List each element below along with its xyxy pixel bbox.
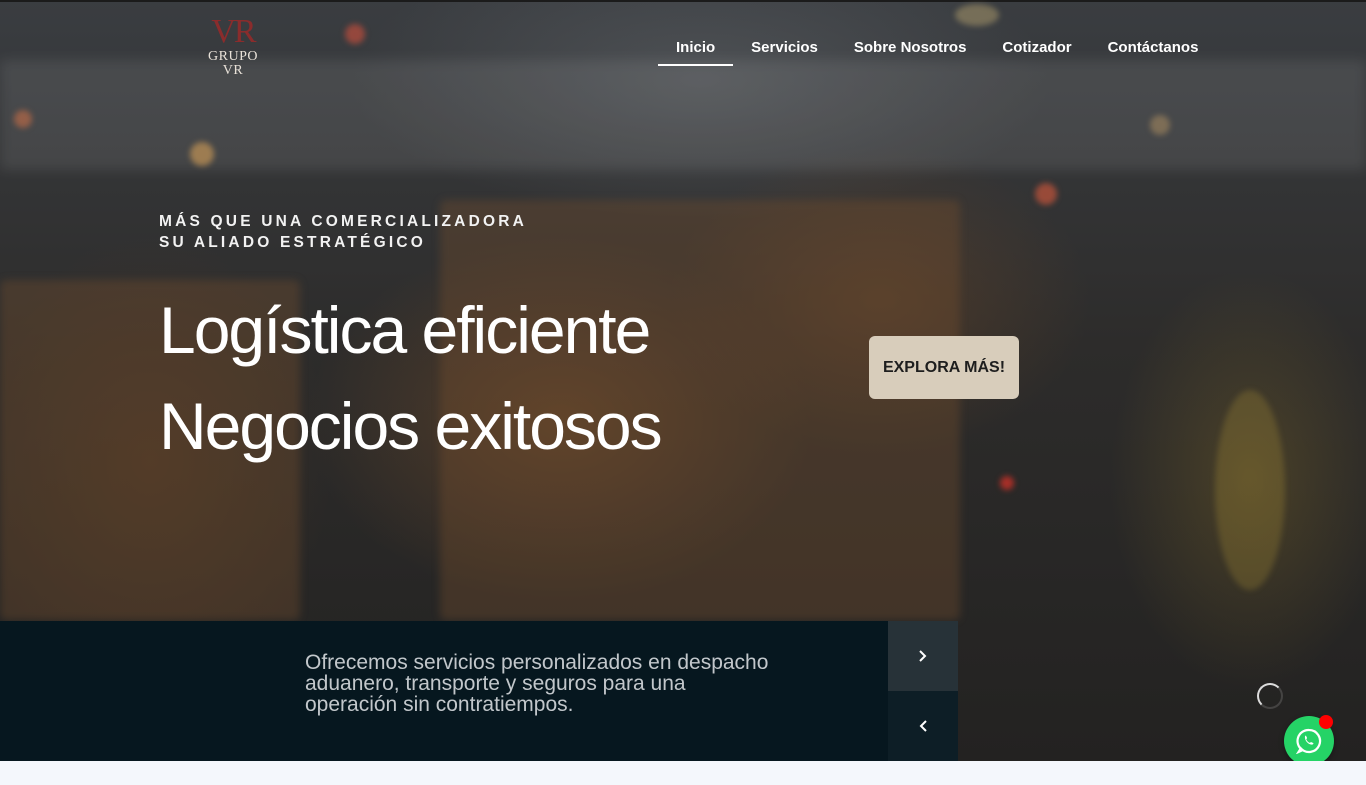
hero-headline-line-1: Logística eficiente [159,293,651,367]
slider-next-button[interactable] [888,621,958,691]
hero-headline-line-2: Negocios exitosos [159,389,663,463]
whatsapp-icon [1296,728,1322,754]
chevron-left-icon [919,720,927,732]
background-bokeh [1000,476,1014,490]
nav-item-sobre-nosotros[interactable]: Sobre Nosotros [836,30,985,66]
main-nav: Inicio Servicios Sobre Nosotros Cotizado… [658,30,1216,66]
nav-item-contactanos[interactable]: Contáctanos [1090,30,1217,66]
background-bokeh [1035,183,1057,205]
nav-item-cotizador[interactable]: Cotizador [984,30,1089,66]
hero-eyebrow: MÁS QUE UNA COMERCIALIZADORA SU ALIADO E… [159,211,527,253]
loading-spinner-icon [1257,683,1283,709]
logo-mark: VR [211,13,256,50]
background-bokeh [345,24,365,44]
top-border [0,0,1366,2]
next-section-edge [0,761,1366,785]
info-bar-text: Ofrecemos servicios personalizados en de… [305,651,769,716]
info-bar: Ofrecemos servicios personalizados en de… [0,621,888,761]
chevron-right-icon [919,650,927,662]
background-bokeh [1150,115,1170,135]
hero-eyebrow-line-1: MÁS QUE UNA COMERCIALIZADORA [159,213,528,230]
background-bokeh [1215,390,1285,590]
nav-item-inicio[interactable]: Inicio [658,30,734,66]
hero-eyebrow-line-2: SU ALIADO ESTRATÉGICO [159,234,426,251]
logo-text: GRUPO VR [208,49,258,78]
nav-item-servicios[interactable]: Servicios [733,30,836,66]
notification-badge [1319,715,1333,729]
background-bokeh [14,110,32,128]
slider-prev-button[interactable] [888,691,958,761]
logo[interactable]: VR GRUPO VR [196,14,270,78]
background-bokeh [190,142,214,166]
explore-more-button[interactable]: EXPLORA MÁS! [869,336,1019,399]
background-bokeh [955,4,999,26]
hero-headline: Logística eficiente Negocios exitosos [159,282,663,474]
